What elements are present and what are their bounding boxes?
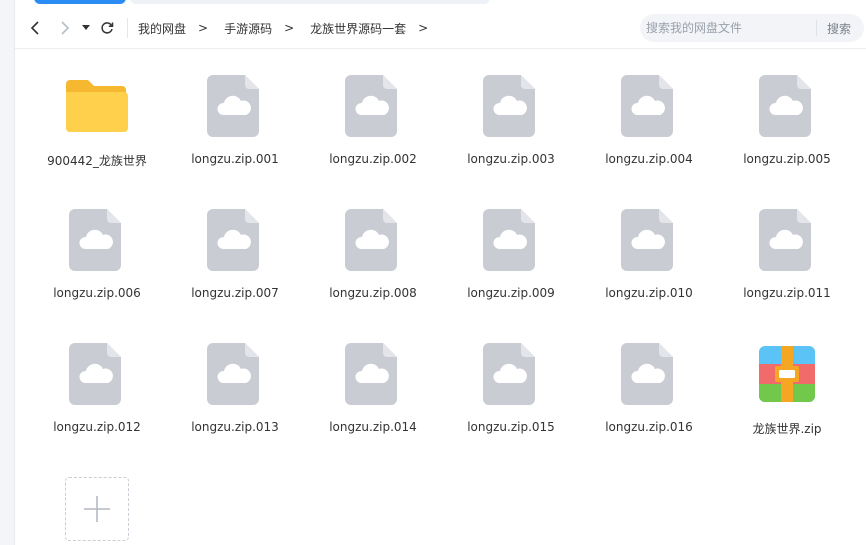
file-item[interactable]: longzu.zip.009 <box>442 200 580 320</box>
breadcrumb-item-root[interactable]: 我的网盘 <box>138 20 186 37</box>
file-name: longzu.zip.008 <box>329 286 417 300</box>
file-name: longzu.zip.007 <box>191 286 279 300</box>
chevron-right-icon <box>61 21 70 35</box>
plus-icon <box>84 496 110 522</box>
file-name: longzu.zip.002 <box>329 152 417 166</box>
file-item[interactable]: 900442_龙族世界 <box>28 66 166 186</box>
file-item[interactable]: longzu.zip.001 <box>166 66 304 186</box>
cloud-file-icon <box>479 74 543 138</box>
cloud-file-icon <box>617 208 681 272</box>
breadcrumb-separator: > <box>284 21 295 35</box>
cloud-file-icon <box>203 342 267 406</box>
cloud-file-icon <box>65 208 129 272</box>
file-item[interactable]: longzu.zip.004 <box>580 66 718 186</box>
file-name: longzu.zip.014 <box>329 420 417 434</box>
cloud-file-icon <box>479 208 543 272</box>
add-file-button[interactable] <box>65 477 129 541</box>
file-item[interactable]: longzu.zip.016 <box>580 334 718 454</box>
search-button[interactable]: 搜索 <box>827 20 851 37</box>
file-item[interactable]: 龙族世界.zip <box>718 334 856 454</box>
file-name: longzu.zip.011 <box>743 286 831 300</box>
cloud-file-icon <box>341 208 405 272</box>
refresh-icon <box>101 22 114 34</box>
folder-icon <box>65 74 129 138</box>
cloud-file-icon <box>203 74 267 138</box>
file-name: 龙族世界.zip <box>752 422 822 436</box>
top-tab-bar <box>130 0 490 4</box>
cloud-file-icon <box>341 74 405 138</box>
search-box: 搜索 <box>640 14 864 42</box>
cloud-file-icon <box>617 74 681 138</box>
file-item[interactable]: longzu.zip.006 <box>28 200 166 320</box>
cloud-file-icon <box>479 342 543 406</box>
nav-divider <box>127 18 128 38</box>
back-button[interactable] <box>23 16 47 40</box>
cloud-file-icon <box>341 342 405 406</box>
breadcrumb-separator: > <box>418 21 429 35</box>
file-item[interactable]: longzu.zip.012 <box>28 334 166 454</box>
navigation-bar: 我的网盘 > 手游源码 > 龙族世界源码一套 > 搜索 <box>15 8 866 49</box>
file-item[interactable]: longzu.zip.014 <box>304 334 442 454</box>
search-divider <box>816 20 817 36</box>
cloud-file-icon <box>65 342 129 406</box>
file-item[interactable]: longzu.zip.003 <box>442 66 580 186</box>
file-name: longzu.zip.012 <box>53 420 141 434</box>
file-name: longzu.zip.004 <box>605 152 693 166</box>
refresh-button[interactable] <box>95 16 119 40</box>
breadcrumb-item-current[interactable]: 龙族世界源码一套 <box>310 20 406 37</box>
file-item[interactable]: longzu.zip.015 <box>442 334 580 454</box>
cloud-file-icon <box>617 342 681 406</box>
cloud-file-icon <box>755 208 819 272</box>
file-name: longzu.zip.005 <box>743 152 831 166</box>
file-item[interactable]: longzu.zip.010 <box>580 200 718 320</box>
caret-down-icon <box>82 25 90 30</box>
zip-archive-icon <box>755 342 819 406</box>
file-name: longzu.zip.010 <box>605 286 693 300</box>
file-name: longzu.zip.015 <box>467 420 555 434</box>
file-name: longzu.zip.009 <box>467 286 555 300</box>
file-item[interactable]: longzu.zip.002 <box>304 66 442 186</box>
breadcrumb-item-games[interactable]: 手游源码 <box>224 20 272 37</box>
file-item[interactable]: longzu.zip.013 <box>166 334 304 454</box>
file-item[interactable]: longzu.zip.008 <box>304 200 442 320</box>
file-name: 900442_龙族世界 <box>47 154 147 168</box>
forward-button[interactable] <box>53 16 77 40</box>
file-item[interactable]: longzu.zip.007 <box>166 200 304 320</box>
breadcrumb-separator: > <box>198 21 209 35</box>
top-tab-active[interactable] <box>34 0 126 4</box>
file-name: longzu.zip.003 <box>467 152 555 166</box>
left-sidebar-edge <box>0 0 15 545</box>
file-name: longzu.zip.013 <box>191 420 279 434</box>
cloud-file-icon <box>203 208 267 272</box>
chevron-left-icon <box>30 21 39 35</box>
file-name: longzu.zip.001 <box>191 152 279 166</box>
file-name: longzu.zip.016 <box>605 420 693 434</box>
file-item[interactable]: longzu.zip.011 <box>718 200 856 320</box>
file-item[interactable]: longzu.zip.005 <box>718 66 856 186</box>
history-dropdown-button[interactable] <box>79 16 93 40</box>
file-name: longzu.zip.006 <box>53 286 141 300</box>
search-input[interactable] <box>644 20 808 36</box>
cloud-file-icon <box>755 74 819 138</box>
